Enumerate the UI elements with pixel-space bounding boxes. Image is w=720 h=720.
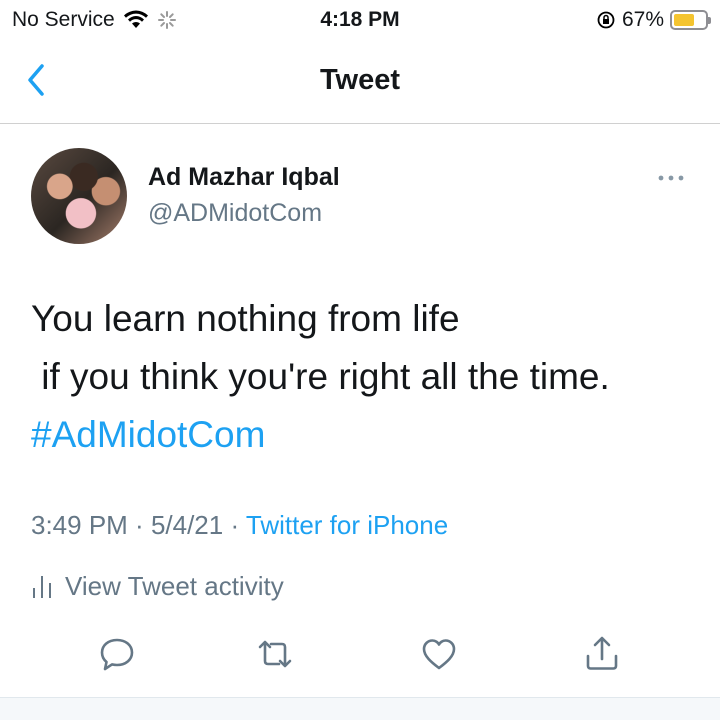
page-title: Tweet (319, 64, 401, 96)
bar-chart-icon (33, 575, 51, 598)
battery-percent: 67% (621, 8, 664, 31)
meta-separator: · (223, 510, 246, 540)
tweet-date: 5/4/21 (150, 510, 224, 540)
view-tweet-activity-button[interactable]: View Tweet activity (31, 571, 284, 602)
meta-separator: · (127, 510, 151, 540)
status-right: 67% (596, 8, 711, 32)
nav-bar: Tweet (0, 40, 720, 124)
battery-icon (670, 10, 711, 30)
tweet-source-link[interactable]: Twitter for iPhone (246, 510, 448, 540)
orientation-lock-icon (597, 11, 615, 29)
share-icon[interactable] (580, 632, 624, 676)
tweet-time: 3:49 PM (31, 510, 128, 540)
more-options-icon[interactable] (656, 168, 686, 188)
reply-icon[interactable] (95, 632, 139, 676)
user-handle[interactable]: @ADMidotCom (148, 199, 322, 228)
tweet-meta: 3:49 PM · 5/4/21 · Twitter for iPhone (31, 510, 448, 541)
activity-label: View Tweet activity (65, 571, 284, 601)
retweet-icon[interactable] (253, 632, 297, 676)
hashtag-link[interactable]: #AdMidotCom (31, 406, 610, 464)
battery-fill (674, 14, 695, 26)
reply-bar (0, 697, 720, 720)
tweet-text-line-1: You learn nothing from life (31, 298, 460, 339)
status-bar: No Service 4:18 PM 67% (0, 0, 720, 40)
like-icon[interactable] (417, 632, 461, 676)
avatar[interactable] (31, 148, 127, 244)
display-name[interactable]: Ad Mazhar Iqbal (148, 163, 340, 192)
action-bar (0, 632, 720, 682)
tweet-text-line-2: if you think you're right all the time. (31, 356, 610, 397)
tweet-text: You learn nothing from life if you think… (31, 290, 610, 464)
